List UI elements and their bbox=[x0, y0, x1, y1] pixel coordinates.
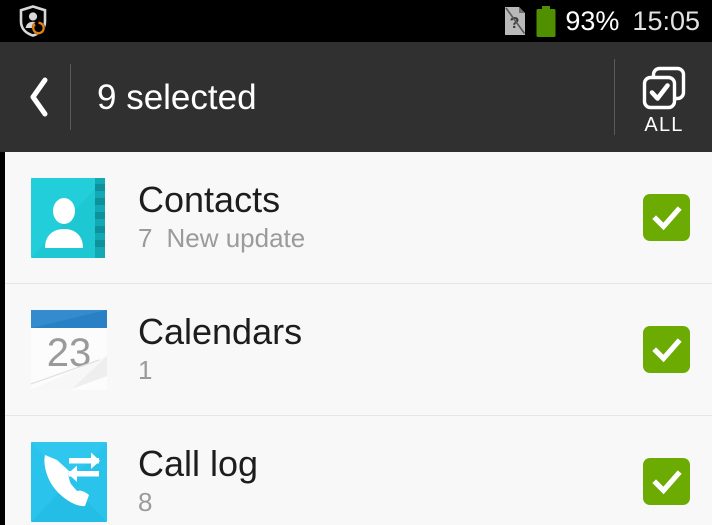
list-item-text: Contacts 7 New update bbox=[138, 178, 643, 255]
action-bar-divider-right bbox=[614, 59, 615, 135]
list-item[interactable]: Call log 8 bbox=[5, 416, 712, 525]
sim-card-question-icon: ? bbox=[503, 6, 527, 36]
call-log-app-icon bbox=[29, 438, 117, 525]
page-title: 9 selected bbox=[97, 77, 257, 117]
list-item-checkbox[interactable] bbox=[643, 194, 690, 241]
status-bar-left-icons bbox=[18, 5, 48, 37]
action-bar: 9 selected ALL bbox=[0, 42, 712, 152]
battery-icon bbox=[536, 5, 556, 37]
app-list: Contacts 7 New update 23 Calendars 1 Cal… bbox=[0, 152, 712, 525]
list-item-subtitle: 7 New update bbox=[138, 224, 643, 254]
status-bar-right-icons: ? 93% 15:05 bbox=[503, 5, 700, 37]
list-item-count: 1 bbox=[138, 355, 153, 386]
list-item-count: 8 bbox=[138, 487, 153, 518]
list-item-checkbox[interactable] bbox=[643, 458, 690, 505]
contacts-sync-icon bbox=[18, 5, 48, 37]
list-item-subtitle: 1 bbox=[138, 356, 643, 386]
list-item-title: Contacts bbox=[138, 178, 281, 220]
clock-label: 15:05 bbox=[632, 5, 700, 36]
list-item-subtitle: 8 bbox=[138, 488, 643, 518]
list-item-count: 7 bbox=[138, 223, 153, 254]
select-all-checkbox-icon bbox=[640, 64, 688, 112]
calendar-app-icon: 23 bbox=[29, 306, 117, 394]
list-item-checkbox[interactable] bbox=[643, 326, 690, 373]
action-bar-divider-left bbox=[70, 64, 71, 130]
check-icon bbox=[651, 469, 682, 494]
contacts-app-icon bbox=[29, 174, 117, 262]
status-bar: ? 93% 15:05 bbox=[0, 0, 712, 42]
phone-screen: ? 93% 15:05 9 selected ALL Contacts 7 Ne… bbox=[0, 0, 712, 525]
list-item-title: Calendars bbox=[138, 310, 303, 352]
back-button[interactable] bbox=[8, 42, 70, 152]
check-icon bbox=[651, 205, 682, 230]
select-all-label: ALL bbox=[644, 113, 684, 136]
list-item[interactable]: 23 Calendars 1 bbox=[5, 284, 712, 416]
list-item-text: Calendars 1 bbox=[138, 310, 643, 387]
check-icon bbox=[651, 337, 682, 362]
list-item-status: New update bbox=[166, 223, 306, 254]
list-item[interactable]: Contacts 7 New update bbox=[5, 152, 712, 284]
battery-percent-label: 93% bbox=[565, 5, 620, 36]
list-item-text: Call log 8 bbox=[138, 442, 643, 519]
chevron-left-icon bbox=[28, 77, 50, 117]
select-all-button[interactable]: ALL bbox=[616, 42, 712, 152]
list-item-title: Call log bbox=[138, 442, 259, 484]
